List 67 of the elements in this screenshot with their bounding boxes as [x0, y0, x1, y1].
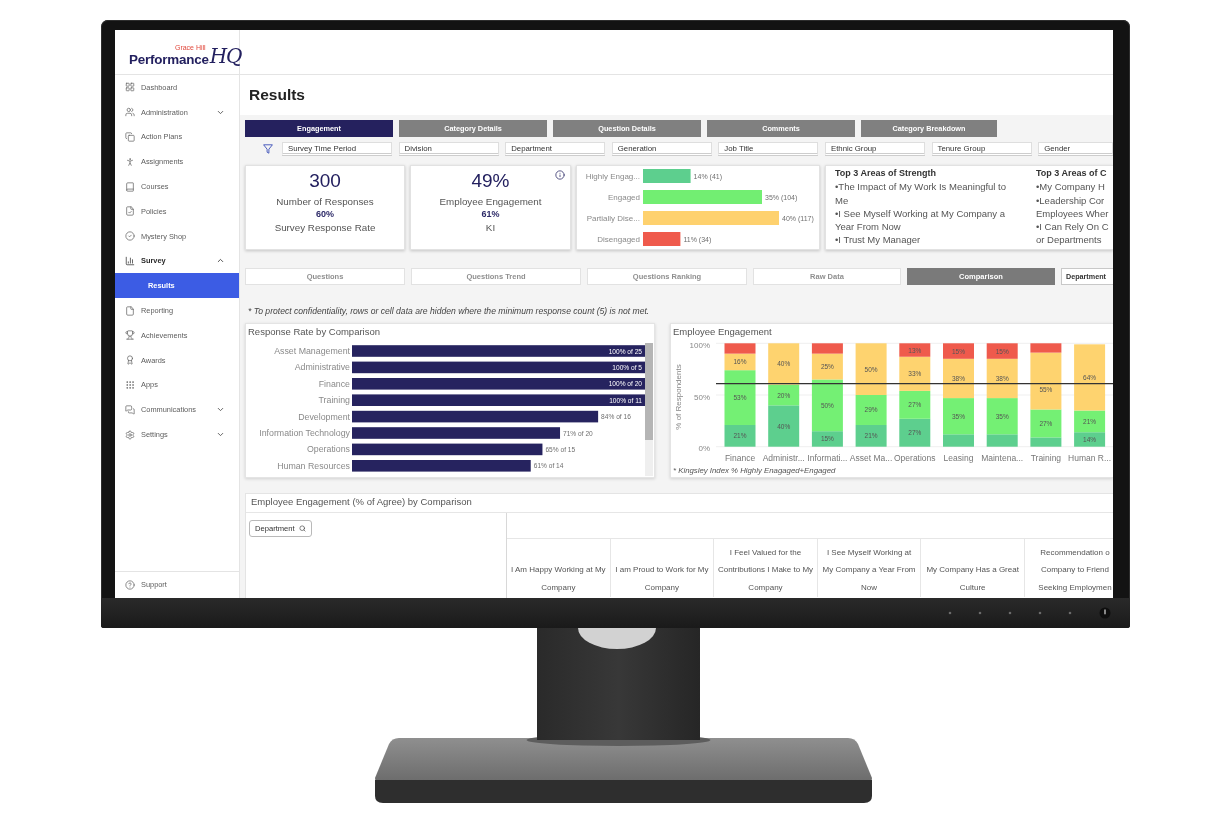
- area-item: •I See Myself Working at My Company a Year From Now: [835, 206, 1005, 234]
- panel-title: Employee Engagement (% of Agree) by Comparison: [251, 495, 472, 509]
- category-label: Partially Dise...: [586, 213, 640, 223]
- product-name: Performance: [129, 53, 209, 67]
- column-header: I am Proud to Work for My Company: [610, 539, 715, 597]
- power-button-icon[interactable]: [1099, 607, 1111, 619]
- stat-subvalue: 61%: [481, 208, 500, 221]
- stat-label: Survey Response Rate: [274, 221, 376, 234]
- people-icon: [125, 107, 135, 118]
- document-icon: [125, 305, 135, 316]
- panel-title: Employee Engagement: [673, 325, 772, 339]
- column-header: Recommendation o Company to Friend Seeking Employmen: [1037, 546, 1113, 595]
- area-item: •My Company H: [1036, 180, 1105, 194]
- area-item: •I Trust My Manager: [835, 233, 921, 247]
- area-item: •I Can Rely On C or Departments: [1036, 220, 1109, 247]
- stat-label: KI: [485, 221, 496, 234]
- tick-label: 0%: [698, 444, 710, 454]
- product-mark: HQ: [209, 45, 242, 68]
- help-icon: [125, 580, 135, 590]
- book-icon: [125, 181, 135, 192]
- stat-label: Number of Responses: [276, 195, 374, 208]
- category-label: Engaged: [607, 192, 640, 202]
- column-header: My Company Has a Great Culture: [921, 539, 1025, 597]
- category-label: Informati...: [807, 453, 848, 463]
- bar-chart-icon: [125, 255, 135, 266]
- stat-value: 300: [309, 170, 341, 191]
- grid-icon: [125, 82, 135, 93]
- areas-title: Top 3 Areas of Strength: [835, 167, 936, 180]
- category-label: Maintena...: [981, 453, 1024, 463]
- stat-label: Employee Engagement: [439, 195, 542, 208]
- documents-icon: [125, 132, 135, 142]
- column-header: I See Myself Working at My Company a Year From Now: [817, 539, 922, 597]
- category-label: Disengaged: [597, 234, 640, 244]
- scrollbar-thumb[interactable]: [645, 343, 653, 440]
- dots-grid-icon: [125, 379, 135, 390]
- category-label: Administr...: [762, 453, 805, 463]
- person-icon: [125, 156, 135, 167]
- category-label: Leasing: [943, 453, 974, 463]
- document-check-icon: [125, 206, 135, 217]
- stat-value: 49%: [471, 170, 510, 191]
- axis-label: % of Respondents: [673, 364, 683, 430]
- filter-icon[interactable]: [263, 144, 273, 154]
- category-label: Highly Engag...: [585, 171, 640, 181]
- chat-icon: [125, 404, 135, 415]
- areas-title: Top 3 Areas of C: [1036, 167, 1107, 180]
- category-label: Asset Ma...: [849, 453, 893, 463]
- column-header: I Am Happy Working at My Company: [507, 539, 611, 597]
- column-header: I Feel Valued for the Contributions I Make to My Company: [714, 539, 818, 597]
- tick-label: 50%: [694, 392, 710, 402]
- award-icon: [125, 355, 135, 366]
- area-item: •The Impact of My Work Is Meaningful to Me: [835, 180, 1007, 207]
- stat-subvalue: 60%: [316, 208, 334, 221]
- panel-title: Response Rate by Comparison: [248, 325, 380, 339]
- category-label: Training: [1030, 453, 1062, 463]
- category-label: Human R...: [1068, 453, 1112, 463]
- tick-label: 100%: [689, 340, 710, 350]
- scrollbar[interactable]: [645, 343, 653, 476]
- search-icon: [298, 525, 306, 532]
- settings-icon: [125, 429, 135, 440]
- check-circle-icon: [125, 231, 135, 242]
- category-label: Finance: [724, 453, 756, 463]
- area-item: •Leadership Cor Employees Wher: [1036, 193, 1109, 221]
- trophy-icon: [125, 330, 135, 341]
- category-label: Operations: [894, 453, 936, 463]
- confidentiality-note: * To protect confidentiality, rows or cell data are hidden where the minimum response count (5) is not met.: [248, 305, 650, 316]
- page-title: Results: [249, 86, 305, 104]
- info-icon[interactable]: [555, 170, 565, 180]
